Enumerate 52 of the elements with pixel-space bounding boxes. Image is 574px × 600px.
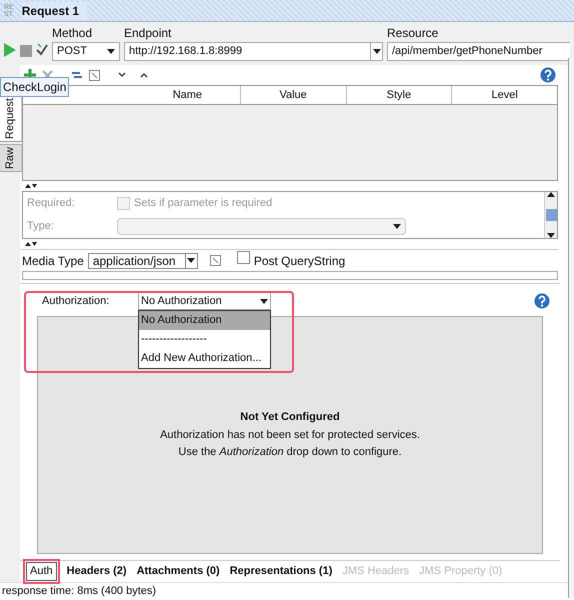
scrollbar[interactable]	[544, 192, 557, 238]
resize-arrows-icon[interactable]	[24, 182, 38, 190]
resize-arrows-icon[interactable]	[24, 240, 38, 248]
resource-field[interactable]: /api/member/getPhoneNumber	[387, 42, 570, 61]
column-header[interactable]: Style	[346, 86, 452, 104]
help-icon[interactable]	[534, 293, 550, 309]
help-icon[interactable]	[540, 67, 556, 83]
bottom-tab[interactable]: Attachments (0)	[136, 563, 220, 580]
endpoint-label: Endpoint	[124, 25, 172, 42]
panel-heading: Not Yet Configured	[240, 410, 340, 426]
expand-icon[interactable]	[210, 255, 221, 266]
window-title: Request 1	[22, 2, 88, 20]
menu-item[interactable]: Add New Authorization...	[139, 349, 270, 368]
checkmark-icon[interactable]	[36, 43, 48, 57]
panel-text: Use the Authorization drop down to configure.	[178, 445, 402, 460]
dropdown-caret-icon	[187, 258, 196, 263]
toggle-icon[interactable]	[71, 70, 83, 80]
side-tab[interactable]: Raw	[0, 144, 22, 172]
scroll-down-icon[interactable]	[547, 233, 555, 238]
column-header[interactable]: Name	[135, 86, 240, 104]
type-label: Type:	[27, 219, 55, 234]
checkbox[interactable]	[117, 197, 130, 210]
resource-label: Resource	[387, 25, 440, 42]
checkbox[interactable]	[236, 251, 250, 264]
bottom-tab[interactable]: Auth	[26, 562, 57, 581]
side-tab[interactable]: Request	[0, 95, 22, 142]
column-header[interactable]: Level	[451, 86, 557, 104]
bottom-tab[interactable]: Headers (2)	[66, 563, 127, 580]
column-header[interactable]: Value	[240, 86, 346, 104]
authorization-dropdown[interactable]: No Authorization	[138, 292, 271, 310]
move-down-icon[interactable]	[118, 72, 126, 78]
tooltip: CheckLogin	[0, 77, 70, 97]
menu-item[interactable]: ------------------	[139, 330, 270, 349]
move-up-icon[interactable]	[140, 72, 148, 78]
checkbox-label: Post QueryString	[254, 252, 346, 270]
authorization-label: Authorization:	[42, 294, 110, 309]
dropdown-caret-icon	[393, 224, 401, 229]
menu-item[interactable]: No Authorization	[139, 311, 270, 330]
dropdown-caret-icon	[372, 49, 380, 54]
expand-icon[interactable]	[89, 70, 100, 80]
bottom-tab[interactable]: Representations (1)	[230, 563, 332, 580]
dropdown-caret-icon	[107, 49, 115, 54]
required-label: Required:	[27, 196, 76, 212]
method-label: Method	[52, 25, 94, 42]
checkbox-label: Sets if parameter is required	[134, 196, 272, 212]
dropdown-caret-icon	[260, 298, 268, 304]
panel-text: Authorization has not been set for protected services.	[160, 428, 420, 443]
media-type-label: Media Type	[22, 252, 84, 270]
scroll-up-icon[interactable]	[547, 192, 555, 197]
method-dropdown[interactable]: POST	[52, 42, 120, 61]
endpoint-field[interactable]: http://192.168.1.8:8999	[124, 42, 383, 61]
media-type-dropdown[interactable]: application/json	[88, 252, 198, 268]
